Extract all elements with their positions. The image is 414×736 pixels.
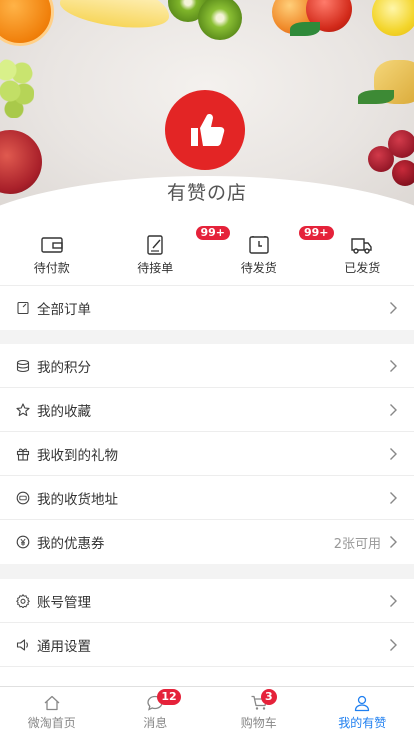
order-status-label: 已发货 (344, 261, 381, 275)
gear-icon (16, 593, 30, 608)
user-icon (355, 695, 370, 712)
chevron-right-icon (390, 302, 397, 314)
shop-logo[interactable] (165, 90, 245, 170)
row-label: 全部订单 (37, 302, 91, 318)
account-menu-section: 我的积分 我的收藏 我收到的礼物 我的收货地址 我的优惠券 2张可用 (0, 344, 414, 564)
order-list-icon (16, 301, 30, 315)
row-label: 通用设置 (37, 638, 91, 655)
shop-name: 有赞の店 (166, 182, 247, 204)
thumbs-up-icon (191, 114, 225, 146)
coupon-count: 2张可用 (333, 536, 381, 552)
address-icon (16, 491, 30, 505)
chevron-right-icon (390, 491, 397, 504)
menu-item-addresses[interactable]: 我的收货地址 (0, 476, 414, 520)
order-status-label: 待接单 (137, 261, 174, 275)
all-orders-row[interactable]: 全部订单 (0, 286, 414, 330)
tab-messages[interactable]: 12 消息 (104, 687, 208, 736)
menu-item-favorites[interactable]: 我的收藏 (0, 388, 414, 432)
cherry-decoration (388, 130, 414, 158)
tab-label: 购物车 (240, 716, 277, 730)
row-label: 我收到的礼物 (37, 447, 118, 464)
shop-header: 有赞の店 (0, 0, 414, 216)
chevron-right-icon (390, 594, 397, 607)
order-pending-shipment[interactable]: 待发货 99+ (207, 216, 334, 285)
truck-icon (351, 238, 372, 254)
menu-item-points[interactable]: 我的积分 (0, 344, 414, 388)
order-status-label: 待付款 (33, 261, 70, 275)
orange-decoration (0, 0, 54, 46)
order-pending-payment[interactable]: 待付款 (0, 216, 104, 285)
menu-item-general-settings[interactable]: 通用设置 (0, 623, 414, 667)
tab-cart[interactable]: 3 购物车 (207, 687, 311, 736)
order-status-label: 待发货 (240, 261, 277, 275)
chevron-right-icon (390, 447, 397, 460)
menu-item-account-management[interactable]: 账号管理 (0, 579, 414, 623)
chevron-right-icon (390, 536, 397, 548)
row-label: 我的积分 (37, 359, 91, 376)
leaf-decoration (358, 90, 394, 104)
order-pending-accept[interactable]: 待接单 99+ (104, 216, 231, 285)
coins-icon (16, 359, 30, 373)
message-count-badge: 12 (157, 689, 181, 705)
clock-box-icon (249, 236, 269, 254)
row-label: 账号管理 (37, 594, 91, 611)
star-icon (16, 402, 30, 417)
grapes-decoration (0, 58, 34, 118)
tab-label: 我的有赞 (338, 716, 387, 730)
tab-profile[interactable]: 我的有赞 (311, 687, 414, 736)
row-label: 我的优惠券 (37, 536, 105, 552)
order-shipped[interactable]: 已发货 (311, 216, 414, 285)
tab-home[interactable]: 微淘首页 (0, 687, 104, 736)
menu-item-gifts[interactable]: 我收到的礼物 (0, 432, 414, 476)
row-label: 我的收货地址 (37, 491, 118, 508)
bottom-tab-bar: 微淘首页 12 消息 3 购物车 我的有赞 (0, 686, 414, 736)
cart-count-badge: 3 (260, 689, 277, 705)
banana-decoration (57, 0, 173, 34)
tab-label: 消息 (143, 716, 168, 730)
order-status-bar: 待付款 待接单 99+ 待发货 99+ 已发货 (0, 216, 414, 286)
all-orders-section: 全部订单 (0, 286, 414, 330)
menu-item-coupons[interactable]: 我的优惠券 2张可用 (0, 520, 414, 564)
wallet-icon (41, 237, 63, 253)
chevron-right-icon (390, 403, 397, 416)
chevron-right-icon (390, 359, 397, 372)
edit-document-icon (147, 235, 163, 255)
kiwi-decoration (198, 0, 242, 40)
gift-icon (16, 447, 30, 461)
row-label: 我的收藏 (37, 403, 91, 420)
coupon-icon (16, 535, 30, 549)
lemon-decoration (372, 0, 414, 36)
tab-label: 微淘首页 (27, 716, 76, 730)
home-icon (44, 695, 60, 711)
leaf-decoration (290, 22, 320, 36)
chevron-right-icon (390, 638, 397, 651)
speaker-icon (16, 638, 30, 652)
